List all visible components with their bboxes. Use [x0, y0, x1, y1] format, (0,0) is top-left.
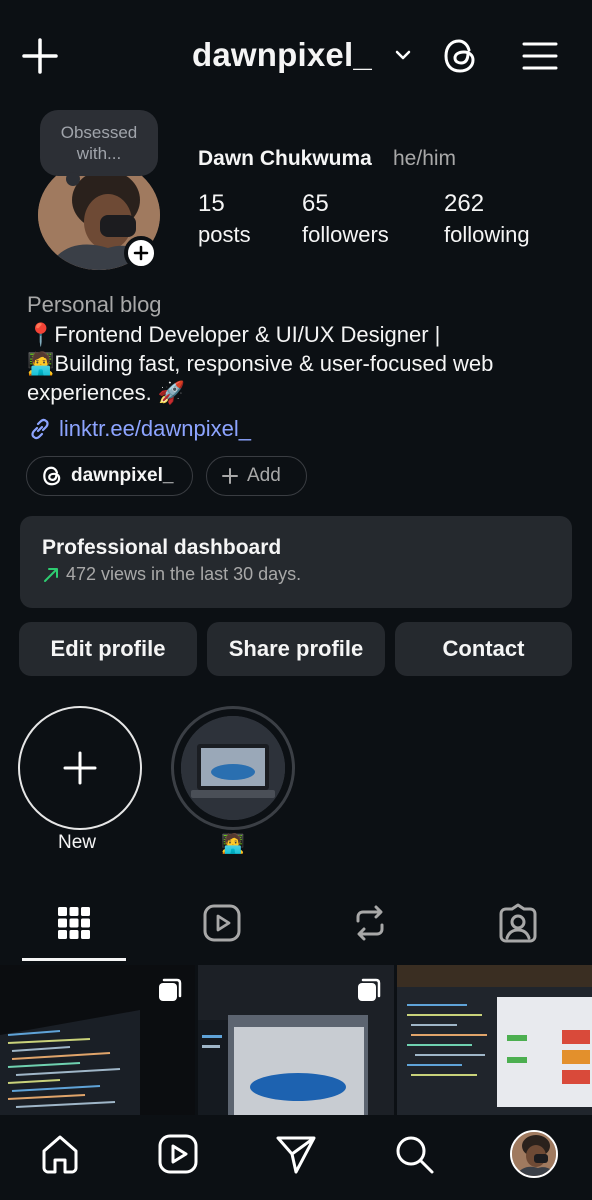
contact-button[interactable]: Contact: [395, 622, 572, 676]
profile-link-text[interactable]: linktr.ee/dawnpixel_: [59, 416, 251, 442]
following-count[interactable]: 262: [444, 190, 484, 218]
search-icon[interactable]: [392, 1132, 436, 1176]
pronouns: he/him: [393, 147, 457, 170]
new-highlight-label: New: [58, 832, 97, 853]
send-icon[interactable]: [274, 1132, 318, 1176]
home-icon[interactable]: [38, 1132, 82, 1176]
account-username[interactable]: dawnpixel_: [192, 36, 372, 74]
threads-icon[interactable]: [440, 36, 480, 76]
profile-note-bubble[interactable]: Obsessed with...: [40, 110, 158, 176]
posts-label[interactable]: posts: [198, 222, 251, 248]
profile-link[interactable]: linktr.ee/dawnpixel_: [27, 416, 251, 442]
add-pill-button[interactable]: Add: [206, 456, 307, 496]
post-thumbnail[interactable]: [0, 965, 195, 1115]
trend-up-icon: [44, 567, 58, 582]
threads-handle: dawnpixel_: [71, 465, 174, 486]
profile-category: Personal blog: [27, 292, 162, 317]
add-pill-label: Add: [247, 465, 281, 486]
profile-avatar-nav[interactable]: [510, 1130, 558, 1178]
active-tab-indicator: [22, 958, 126, 961]
new-highlight-button[interactable]: [18, 706, 142, 830]
highlight-label: 🧑‍💻: [221, 834, 245, 855]
plus-icon: [222, 468, 238, 484]
post-thumbnail[interactable]: [397, 965, 592, 1115]
tagged-icon[interactable]: [498, 903, 538, 943]
multiple-posts-icon: [157, 977, 183, 1003]
grid-icon[interactable]: [54, 903, 94, 943]
reels-icon[interactable]: [156, 1132, 200, 1176]
highlight-item[interactable]: [171, 706, 295, 830]
share-profile-button[interactable]: Share profile: [207, 622, 385, 676]
bio-line: 🧑‍💻Building fast, responsive & user-focu…: [27, 351, 494, 376]
full-name: Dawn Chukwuma: [198, 147, 372, 170]
posts-count[interactable]: 15: [198, 190, 225, 218]
threads-profile-pill[interactable]: dawnpixel_: [26, 456, 193, 496]
note-bubble-tail: [66, 172, 80, 186]
dashboard-views: 472 views in the last 30 days.: [66, 564, 302, 584]
edit-profile-button[interactable]: Edit profile: [19, 622, 197, 676]
threads-icon: [43, 466, 61, 486]
highlight-cover: [181, 716, 285, 820]
dashboard-title: Professional dashboard: [42, 536, 282, 559]
bio-line: 📍Frontend Developer & UI/UX Designer |: [27, 322, 441, 347]
following-label[interactable]: following: [444, 222, 530, 248]
create-plus-icon[interactable]: [20, 36, 60, 76]
reposts-icon[interactable]: [350, 903, 390, 943]
profile-bio: 📍Frontend Developer & UI/UX Designer | 🧑…: [27, 320, 567, 407]
link-icon: [31, 418, 49, 440]
plus-icon: [63, 751, 97, 785]
followers-count[interactable]: 65: [302, 190, 329, 218]
add-story-button[interactable]: [124, 236, 158, 270]
profile-note-text: Obsessed with...: [60, 123, 138, 163]
followers-label[interactable]: followers: [302, 222, 389, 248]
chevron-down-icon[interactable]: [394, 48, 412, 62]
professional-dashboard[interactable]: Professional dashboard 472 views in the …: [20, 516, 572, 608]
multiple-posts-icon: [356, 977, 382, 1003]
menu-icon[interactable]: [520, 36, 560, 76]
plus-icon: [133, 245, 149, 261]
post-thumbnail[interactable]: [198, 965, 394, 1115]
reels-tab-icon[interactable]: [202, 903, 242, 943]
dashboard-subtitle: 472 views in the last 30 days.: [42, 564, 550, 585]
bio-line: experiences. 🚀: [27, 380, 186, 405]
